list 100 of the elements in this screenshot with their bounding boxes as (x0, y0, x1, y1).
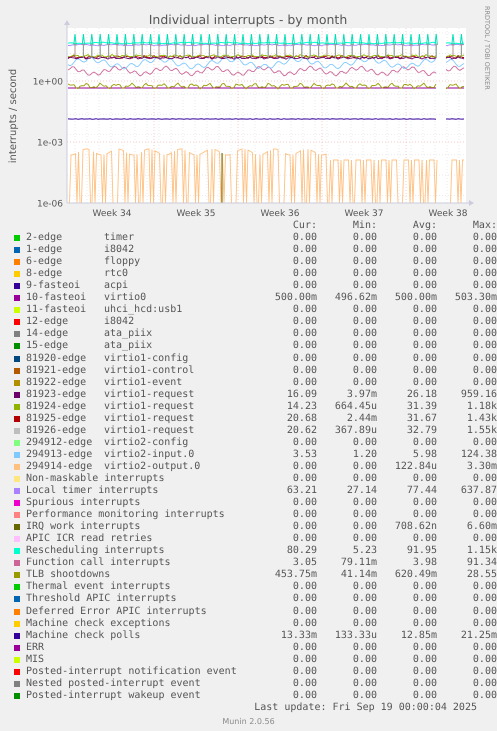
value-text: 0.00 (292, 268, 317, 280)
value-text: 0.00 (412, 340, 437, 352)
value-text: 0.00 (472, 618, 497, 630)
series-label: uhci_hcd:usb1 (104, 304, 182, 316)
value-text: 0.00 (352, 352, 377, 365)
series-name: 11-fasteoi (26, 304, 88, 316)
value-text: 0.00 (352, 376, 377, 389)
value-text: 0.00 (292, 328, 317, 340)
value-text: 0.00 (352, 256, 377, 268)
value-text: 0.00 (352, 268, 377, 280)
value-text: 708.62n (394, 521, 437, 534)
value-text: 0.00 (352, 460, 377, 473)
value-text: 0.00 (292, 666, 317, 678)
value-text: 0.00 (352, 328, 377, 340)
series-label: ata_piix (104, 328, 152, 340)
value-text: 0.00 (352, 364, 377, 377)
value-text: 0.00 (292, 436, 317, 449)
value-text: 5.98 (412, 448, 437, 461)
series-name: Rescheduling interrupts (26, 545, 164, 557)
value-text: 0.00 (412, 509, 437, 522)
value-text: 0.00 (472, 436, 497, 449)
value-text: 0.00 (352, 533, 377, 546)
value-text: 0.00 (352, 436, 377, 449)
value-text: 0.00 (472, 606, 497, 618)
value-text: 0.00 (472, 533, 497, 545)
value-text: 91.95 (406, 545, 437, 558)
series-name: 294912-edge (26, 436, 94, 449)
x-tick-label: Week 35 (176, 209, 216, 219)
series-name: TLB shootdowns (26, 569, 110, 581)
value-text: 0.00 (292, 654, 317, 666)
value-text: 0.00 (292, 593, 317, 606)
value-text: 0.00 (472, 376, 497, 389)
value-text: 0.00 (352, 473, 377, 485)
series-name: Posted-interrupt wakeup event (26, 690, 201, 702)
series-name: Function call interrupts (26, 557, 170, 569)
value-text: 959.16 (460, 388, 497, 401)
series-label: virtio2-output.0 (104, 460, 200, 473)
value-text: 496.62m (334, 292, 377, 304)
x-tick-label: Week 34 (92, 209, 132, 219)
value-text: 0.00 (292, 244, 317, 256)
value-text: 0.00 (472, 593, 497, 606)
series-name: 15-edge (26, 340, 70, 352)
value-text: 91.34 (466, 557, 497, 570)
value-text: 3.30m (466, 460, 497, 473)
value-text: 503.30m (454, 292, 497, 304)
value-text: 0.00 (352, 666, 377, 678)
series-name: Thermal event interrupts (26, 581, 170, 593)
value-text: 0.00 (472, 340, 497, 352)
series-label: i8042 (104, 244, 134, 256)
value-text: 0.00 (352, 340, 377, 352)
series-name: 8-edge (26, 268, 64, 280)
value-text: 0.00 (412, 436, 437, 449)
value-text: 0.00 (412, 678, 437, 690)
value-text: 0.00 (412, 304, 437, 316)
value-text: 0.00 (412, 497, 437, 510)
value-text: 21.25m (460, 630, 497, 642)
value-text: 0.00 (352, 280, 377, 292)
series-name: Machine check polls (26, 630, 140, 642)
value-text: 0.00 (292, 521, 317, 534)
value-text: 0.00 (352, 581, 377, 594)
value-text: 0.00 (292, 497, 317, 510)
value-text: 16.09 (286, 388, 317, 401)
value-text: 0.00 (292, 618, 317, 630)
value-text: 0.00 (472, 352, 497, 365)
value-text: 2.44m (346, 412, 377, 425)
value-text: 0.00 (412, 244, 437, 256)
y-tick-label: 1e-06 (37, 200, 63, 210)
series-name: 81922-edge (26, 376, 88, 389)
value-text: 620.49m (394, 569, 437, 582)
value-text: 0.00 (472, 642, 497, 654)
value-text: 0.00 (352, 304, 377, 316)
value-text: 0.00 (292, 316, 317, 328)
value-text: 14.23 (286, 400, 317, 413)
series-name: 9-fasteoi (26, 280, 82, 292)
value-text: 0.00 (352, 509, 377, 522)
series-name: Threshold APIC interrupts (26, 593, 177, 606)
value-text: 0.00 (352, 316, 377, 328)
value-text: 0.00 (292, 256, 317, 268)
y-axis-label: interrupts / second (8, 68, 19, 164)
series-name: Posted-interrupt notification event (26, 666, 237, 678)
value-text: 63.21 (286, 485, 317, 498)
value-text: 0.00 (292, 460, 317, 473)
series-name: Performance monitoring interrupts (26, 509, 225, 521)
value-text: 0.00 (472, 244, 497, 256)
series-name: 1-edge (26, 244, 64, 256)
value-text: 1.43k (466, 412, 497, 425)
series-label: virtio1-control (104, 364, 194, 377)
value-text: 0.00 (352, 678, 377, 690)
column-header: Cur: (292, 220, 317, 232)
series-name: 81924-edge (26, 400, 88, 413)
value-text: 0.00 (472, 268, 497, 280)
value-text: 0.00 (472, 509, 497, 522)
value-text: 20.68 (286, 412, 317, 425)
value-text: 0.00 (412, 618, 437, 630)
series-label: virtio1-request (104, 400, 194, 413)
series-name: 2-edge (26, 232, 64, 244)
value-text: 0.00 (292, 581, 317, 594)
value-text: 6.60m (466, 521, 497, 534)
series-name: 81923-edge (26, 388, 88, 401)
value-text: 0.00 (472, 280, 497, 292)
